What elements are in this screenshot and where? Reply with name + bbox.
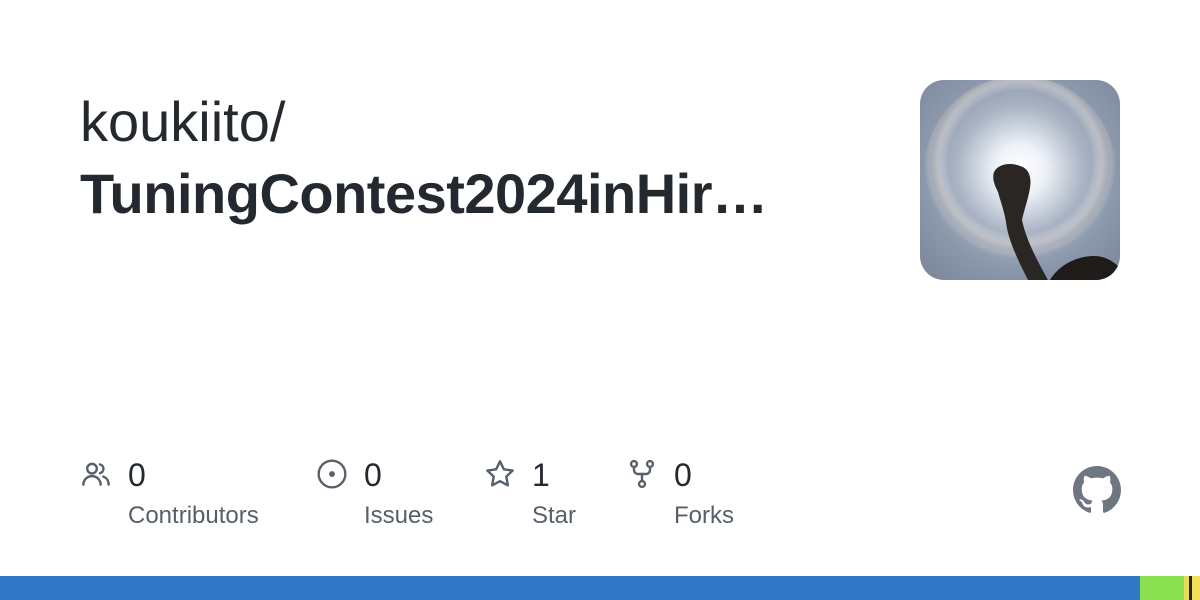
stars-label: Star <box>532 502 577 529</box>
language-bar-segment <box>0 576 1140 600</box>
people-icon <box>82 462 110 486</box>
contributors-count: 0 <box>128 457 146 493</box>
repo-title: koukiito/ TuningContest2024inHir… <box>80 86 860 230</box>
repo-owner[interactable]: koukiito/ <box>80 86 860 158</box>
star-icon <box>486 460 514 487</box>
avatar-image <box>920 80 1120 280</box>
github-logo-icon[interactable] <box>1073 466 1121 514</box>
issues-label: Issues <box>364 502 434 529</box>
repo-name[interactable]: TuningContest2024inHir… <box>80 158 840 230</box>
repo-social-card: koukiito/ TuningContest2024inHir… 0 Cont… <box>0 0 1200 600</box>
contributors-label: Contributors <box>128 502 259 529</box>
stars-count: 1 <box>532 457 550 493</box>
forks-count: 0 <box>674 457 692 493</box>
language-bar-segment <box>1140 576 1185 600</box>
repo-forked-icon <box>629 459 655 489</box>
owner-avatar[interactable] <box>920 80 1120 280</box>
language-bar <box>0 576 1200 600</box>
issue-opened-icon <box>317 459 347 489</box>
language-bar-segment <box>1192 576 1200 600</box>
forks-label: Forks <box>674 502 734 529</box>
issues-count: 0 <box>364 457 382 493</box>
